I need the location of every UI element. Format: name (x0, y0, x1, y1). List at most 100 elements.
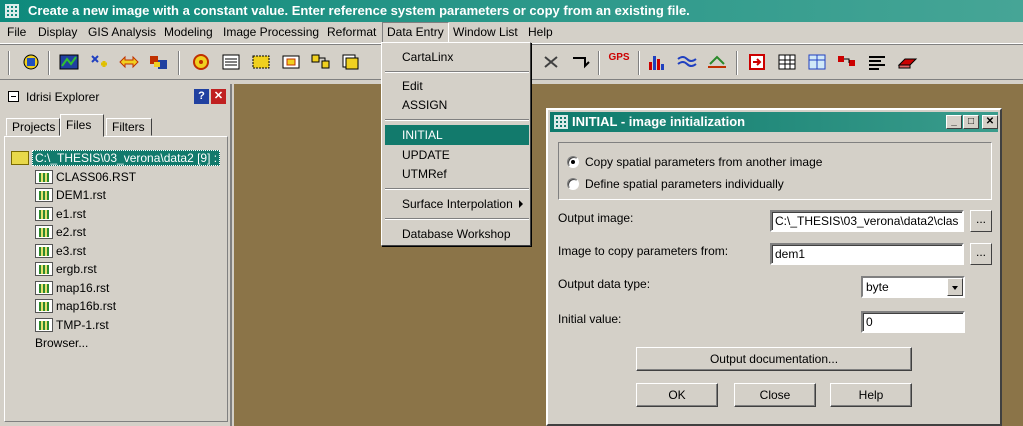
menu-item-assign[interactable]: ASSIGN (385, 95, 529, 115)
data-type-select[interactable]: byte (861, 276, 965, 298)
grid-icon[interactable] (806, 52, 828, 72)
idrisi-app-icon (5, 4, 19, 18)
menu-item-initial[interactable]: INITIAL (385, 125, 529, 145)
histogram-icon[interactable] (646, 52, 668, 72)
menu-reformat[interactable]: Reformat (323, 22, 380, 43)
list-item[interactable]: map16.rst (35, 279, 109, 297)
file-name: TMP-1.rst (56, 318, 109, 332)
menu-data-entry[interactable]: Data Entry (382, 22, 449, 43)
list-item[interactable]: ergb.rst (35, 260, 97, 278)
copy-from-browse-button[interactable]: ... (970, 243, 992, 265)
list-item[interactable]: e2.rst (35, 223, 86, 241)
table-icon[interactable] (776, 52, 798, 72)
menu-image-processing[interactable]: Image Processing (219, 22, 323, 43)
swap-icon[interactable] (118, 52, 140, 72)
surface-interpolation-label: Surface Interpolation (402, 197, 513, 211)
dialog-app-icon (554, 115, 568, 129)
pointer-icon[interactable] (570, 52, 592, 72)
data-entry-menu: CartaLinx Edit ASSIGN INITIAL UPDATE UTM… (381, 42, 531, 246)
explorer-title: Idrisi Explorer (26, 90, 100, 104)
composer-icon[interactable] (148, 52, 170, 72)
menu-file[interactable]: File (3, 22, 30, 43)
profile-icon[interactable] (706, 52, 728, 72)
menu-item-cartalinx[interactable]: CartaLinx (385, 47, 529, 67)
toolbar-separator (178, 51, 180, 75)
menu-item-edit[interactable]: Edit (385, 76, 529, 96)
initial-value-label: Initial value: (558, 312, 622, 326)
menu-modeling[interactable]: Modeling (160, 22, 217, 43)
clear-icon[interactable] (540, 52, 562, 72)
list-item[interactable]: DEM1.rst (35, 186, 106, 204)
minimize-button[interactable]: _ (946, 115, 962, 129)
menu-item-update[interactable]: UPDATE (385, 145, 529, 165)
list-item[interactable]: e1.rst (35, 205, 86, 223)
legend-icon[interactable] (220, 52, 242, 72)
pan-icon[interactable] (280, 52, 302, 72)
radio-copy-spatial[interactable]: Copy spatial parameters from another ima… (567, 154, 822, 170)
explorer-header: Idrisi Explorer ? ✕ (2, 86, 230, 108)
folder-path: C:\_THESIS\03_verona\data2 [9] : (32, 150, 221, 166)
maximize-button[interactable]: □ (963, 115, 979, 129)
eraser-icon[interactable] (896, 52, 918, 72)
symbol-workshop-icon[interactable] (190, 52, 212, 72)
menu-help[interactable]: Help (524, 22, 557, 43)
menu-item-utmref[interactable]: UTMRef (385, 164, 529, 184)
copy-from-field[interactable]: dem1 (770, 243, 964, 265)
radio-unchecked-icon (567, 178, 579, 190)
flow-icon[interactable] (836, 52, 858, 72)
folder-icon (11, 151, 29, 165)
group-icon[interactable] (340, 52, 362, 72)
list-item[interactable]: CLASS06.RST (35, 168, 136, 186)
menu-display[interactable]: Display (34, 22, 81, 43)
ok-button[interactable]: OK (636, 383, 718, 407)
dialog-title: INITIAL - image initialization (572, 114, 746, 129)
list-item[interactable]: e3.rst (35, 242, 86, 260)
help-icon[interactable]: ? (194, 89, 209, 104)
file-name: e3.rst (56, 244, 87, 258)
copy-from-label: Image to copy parameters from: (558, 244, 729, 258)
add-layer-icon[interactable] (88, 52, 110, 72)
browser-item[interactable]: Browser... (35, 334, 88, 352)
file-name: map16.rst (56, 281, 110, 295)
open-image-icon[interactable] (20, 52, 42, 72)
file-name: e1.rst (56, 207, 87, 221)
folder-item[interactable]: C:\_THESIS\03_verona\data2 [9] : (11, 149, 221, 167)
app-title-bar: Create a new image with a constant value… (0, 0, 1023, 22)
collapse-icon[interactable] (8, 91, 19, 102)
toolbar-separator (638, 51, 640, 75)
initial-value-field[interactable]: 0 (861, 311, 965, 333)
close-button[interactable]: ✕ (982, 115, 998, 129)
output-image-browse-button[interactable]: ... (970, 210, 992, 232)
menu-separator (385, 188, 529, 190)
wave-icon[interactable] (676, 52, 698, 72)
list-item[interactable]: map16b.rst (35, 297, 116, 315)
initial-dialog: INITIAL - image initialization _ □ ✕ Cop… (546, 108, 1002, 426)
radio-define-spatial[interactable]: Define spatial parameters individually (567, 176, 784, 192)
app-title: Create a new image with a constant value… (28, 3, 690, 18)
display-launcher-icon[interactable] (58, 52, 80, 72)
list-icon[interactable] (866, 52, 888, 72)
file-name: e2.rst (56, 225, 87, 239)
dialog-close-button[interactable]: Close (734, 383, 816, 407)
tab-files[interactable]: Files (60, 114, 104, 137)
output-image-field[interactable]: C:\_THESIS\03_verona\data2\clas (770, 210, 964, 232)
output-documentation-button[interactable]: Output documentation... (636, 347, 912, 371)
spatial-params-group: Copy spatial parameters from another ima… (558, 142, 992, 200)
menu-gis-analysis[interactable]: GIS Analysis (84, 22, 160, 43)
tab-filters[interactable]: Filters (106, 118, 152, 136)
tab-projects[interactable]: Projects (6, 118, 60, 136)
menu-separator (385, 218, 529, 220)
zoom-window-icon[interactable] (250, 52, 272, 72)
import-icon[interactable] (746, 52, 768, 72)
chevron-down-icon[interactable] (947, 278, 963, 296)
close-icon[interactable]: ✕ (211, 89, 226, 104)
menu-item-surface-interpolation[interactable]: Surface Interpolation (385, 194, 529, 214)
idrisi-explorer-panel: Idrisi Explorer ? ✕ Projects Files Filte… (0, 84, 232, 426)
menu-item-database-workshop[interactable]: Database Workshop (385, 224, 529, 244)
menu-window-list[interactable]: Window List (449, 22, 522, 43)
toolbar-separator (736, 51, 738, 75)
layer-props-icon[interactable] (310, 52, 332, 72)
gps-icon[interactable]: GPS (608, 52, 630, 72)
help-button[interactable]: Help (830, 383, 912, 407)
list-item[interactable]: TMP-1.rst (35, 316, 109, 334)
